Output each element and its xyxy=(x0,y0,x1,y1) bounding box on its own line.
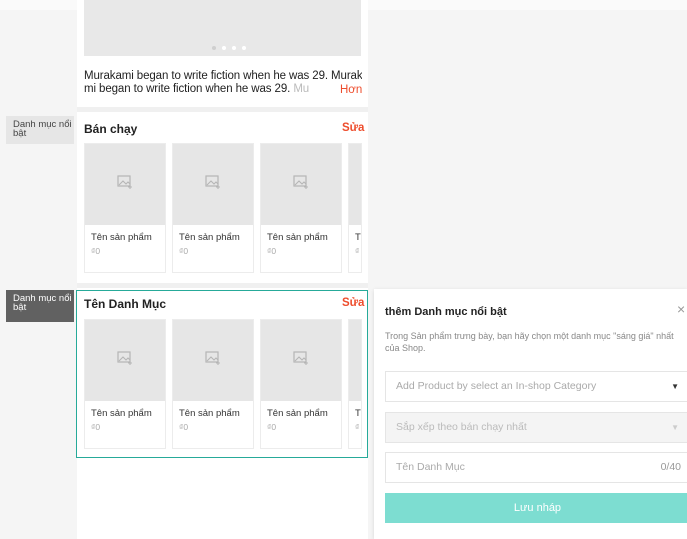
carousel-dot[interactable] xyxy=(242,46,246,50)
product-price: ₫0 xyxy=(179,246,189,256)
selected-section-outline xyxy=(76,290,368,458)
description-line-2: mi began to write fiction when he was 29… xyxy=(84,83,294,95)
category-select-placeholder: Add Product by select an In-shop Categor… xyxy=(396,380,597,392)
product-name: Tên sản phẩm xyxy=(267,232,328,243)
close-icon[interactable]: × xyxy=(677,301,685,317)
side-label-bestseller[interactable]: Danh mục nổi bật xyxy=(6,116,74,144)
section-divider xyxy=(77,107,368,112)
product-price: ₫0 xyxy=(91,246,101,256)
product-card[interactable]: Tên sản phẩm ₫0 xyxy=(84,143,166,273)
category-name-placeholder: Tên Danh Mục xyxy=(396,461,465,473)
character-counter: 0/40 xyxy=(660,461,681,473)
sort-select-placeholder: Sắp xếp theo bán chạy nhất xyxy=(396,421,527,433)
product-image-placeholder xyxy=(349,144,361,225)
carousel-dot[interactable] xyxy=(212,46,216,50)
side-label-featured[interactable]: Danh mục nổi bật xyxy=(6,290,74,322)
product-image-placeholder xyxy=(173,144,253,225)
product-image-placeholder xyxy=(261,144,341,225)
image-placeholder-icon xyxy=(117,175,132,189)
editor-canvas: Murakami began to write fiction when he … xyxy=(0,0,687,539)
carousel-dot[interactable] xyxy=(232,46,236,50)
product-card[interactable]: Tên sản phẩm ₫0 xyxy=(260,143,342,273)
description-line-2-fade: Mu xyxy=(293,83,310,95)
panel-hint: Trong Sản phẩm trưng bày, bạn hãy chọn m… xyxy=(385,331,674,353)
chevron-down-icon: ▼ xyxy=(671,382,679,391)
section-divider xyxy=(77,283,368,288)
chevron-down-icon: ▼ xyxy=(671,423,679,432)
product-name: Tên sản phẩm xyxy=(179,232,240,243)
section-title-bestseller: Bán chạy xyxy=(84,122,138,136)
more-link[interactable]: Hơn xyxy=(340,84,362,96)
panel-title: thêm Danh mục nổi bật xyxy=(385,306,507,318)
category-name-input[interactable]: Tên Danh Mục 0/40 xyxy=(385,452,687,483)
product-name: Tên sản phẩm xyxy=(91,232,152,243)
product-card[interactable]: Tên sản phẩm ₫0 xyxy=(172,143,254,273)
sort-select[interactable]: Sắp xếp theo bán chạy nhất ▼ xyxy=(385,412,687,443)
edit-button-bestseller[interactable]: Sửa xyxy=(342,122,364,134)
product-name: Tê xyxy=(355,232,361,243)
carousel-dots xyxy=(212,46,246,50)
product-price: ₫ xyxy=(355,246,360,256)
product-card[interactable]: Tê ₫ xyxy=(348,143,362,273)
category-select[interactable]: Add Product by select an In-shop Categor… xyxy=(385,371,687,402)
product-image-placeholder xyxy=(85,144,165,225)
carousel-dot[interactable] xyxy=(222,46,226,50)
image-placeholder-icon xyxy=(205,175,220,189)
product-price: ₫0 xyxy=(267,246,277,256)
description-line-1: Murakami began to write fiction when he … xyxy=(84,70,362,82)
save-draft-button[interactable]: Lưu nháp xyxy=(385,493,687,523)
add-featured-category-panel: thêm Danh mục nổi bật × Trong Sản phẩm t… xyxy=(374,289,687,539)
shop-description: Murakami began to write fiction when he … xyxy=(84,70,362,96)
image-placeholder-icon xyxy=(293,175,308,189)
